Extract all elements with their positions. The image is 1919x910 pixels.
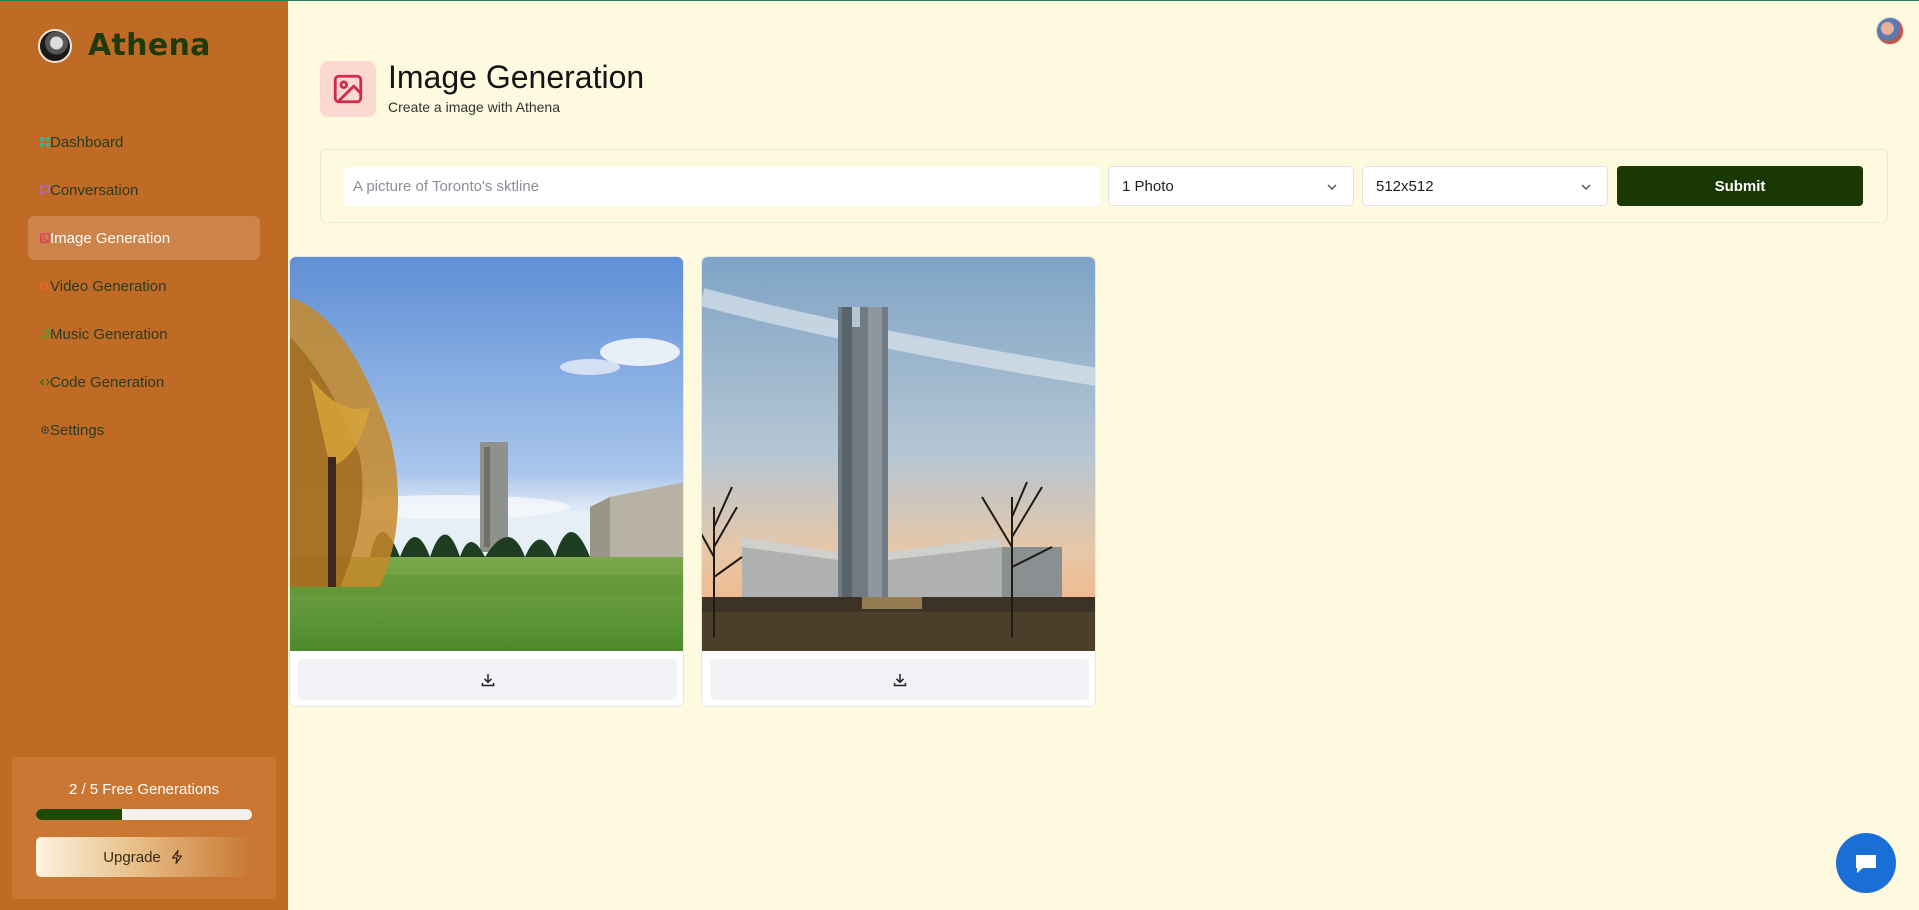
generated-image-card <box>289 256 684 707</box>
sidebar-item-video-generation[interactable]: Video Generation <box>28 264 260 308</box>
lightning-icon <box>171 849 182 865</box>
photo-count-select[interactable]: 1 Photo <box>1108 166 1354 206</box>
photo-count-value: 1 Photo <box>1122 177 1174 195</box>
message-square-icon <box>40 185 50 195</box>
user-avatar[interactable] <box>1876 17 1904 45</box>
brand-logo <box>38 28 72 63</box>
code-icon <box>40 378 50 386</box>
top-border <box>0 0 1919 1</box>
chevron-down-icon <box>1581 184 1591 191</box>
image-icon <box>40 233 50 243</box>
submit-button[interactable]: Submit <box>1617 166 1863 206</box>
dashboard-icon <box>40 137 50 147</box>
free-generations-count: 2 / 5 Free Generations <box>68 781 220 798</box>
free-generations-card: 2 / 5 Free Generations Upgrade <box>12 757 276 899</box>
download-button[interactable] <box>298 659 677 700</box>
resolution-value: 512x512 <box>1376 177 1434 195</box>
sidebar: Athena Dashboard Conversation Image Gene… <box>0 0 288 910</box>
sidebar-item-label: Image Generation <box>50 229 171 247</box>
chat-support-button[interactable] <box>1836 833 1896 893</box>
page-icon-container <box>320 61 376 117</box>
sidebar-item-label: Code Generation <box>50 373 165 391</box>
sidebar-nav: Dashboard Conversation Image Generation … <box>28 120 260 456</box>
download-icon <box>481 673 494 686</box>
sidebar-item-music-generation[interactable]: Music Generation <box>28 312 260 356</box>
video-icon <box>40 282 50 290</box>
generated-image-card <box>701 256 1096 707</box>
sidebar-item-code-generation[interactable]: Code Generation <box>28 360 260 404</box>
brand-name: Athena <box>88 28 211 63</box>
sidebar-item-label: Settings <box>50 421 105 439</box>
sidebar-item-settings[interactable]: Settings <box>28 408 260 452</box>
upgrade-button[interactable]: Upgrade <box>36 837 252 877</box>
sidebar-item-dashboard[interactable]: Dashboard <box>28 120 260 164</box>
brand[interactable]: Athena <box>38 28 211 63</box>
page-subtitle: Create a image with Athena <box>388 99 560 115</box>
sidebar-item-label: Dashboard <box>50 133 124 151</box>
generated-image[interactable] <box>290 257 684 651</box>
sidebar-item-conversation[interactable]: Conversation <box>28 168 260 212</box>
gear-icon <box>40 425 50 435</box>
prompt-input[interactable] <box>344 167 1100 206</box>
sidebar-item-image-generation[interactable]: Image Generation <box>28 216 260 260</box>
sidebar-item-label: Video Generation <box>50 277 167 295</box>
music-icon <box>40 329 50 339</box>
sidebar-item-label: Conversation <box>50 181 139 199</box>
upgrade-button-label: Upgrade <box>103 848 161 866</box>
chevron-down-icon <box>1327 184 1337 191</box>
generations-progress-fill <box>36 809 123 820</box>
image-icon <box>333 74 363 104</box>
download-button[interactable] <box>710 659 1089 700</box>
generations-progress-bar <box>36 809 252 820</box>
resolution-select[interactable]: 512x512 <box>1362 166 1608 206</box>
generated-image[interactable] <box>702 257 1096 651</box>
page-title: Image Generation <box>388 59 645 95</box>
sidebar-item-label: Music Generation <box>50 325 168 343</box>
chat-icon <box>1856 855 1876 873</box>
download-icon <box>893 673 906 686</box>
